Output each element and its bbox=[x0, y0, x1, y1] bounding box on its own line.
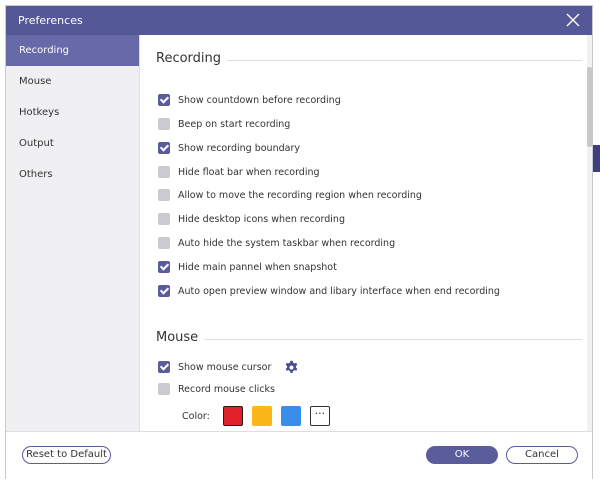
sidebar-item-others[interactable]: Others bbox=[6, 159, 139, 190]
option-label: Beep on start recording bbox=[178, 118, 291, 130]
click-color-row: Color: ··· bbox=[182, 405, 339, 427]
checkbox-checked[interactable] bbox=[158, 361, 170, 373]
background-window-edge bbox=[593, 145, 600, 172]
settings-content: Recording Show countdown before recordin… bbox=[140, 35, 592, 431]
checkbox-unchecked[interactable] bbox=[158, 383, 170, 395]
checkbox-checked[interactable] bbox=[158, 261, 170, 273]
ok-button[interactable]: OK bbox=[426, 446, 498, 464]
checkbox-unchecked[interactable] bbox=[158, 237, 170, 249]
window-title: Preferences bbox=[18, 14, 83, 27]
recording-section-title: Recording bbox=[156, 51, 228, 66]
recording-section-header: Recording bbox=[156, 51, 582, 69]
option-beep-on-start[interactable]: Beep on start recording bbox=[158, 116, 290, 132]
option-label: Auto hide the system taskbar when record… bbox=[178, 237, 396, 249]
option-hide-desktop-icons[interactable]: Hide desktop icons when recording bbox=[158, 211, 345, 227]
color-swatch-yellow[interactable] bbox=[251, 406, 272, 426]
option-label: Auto open preview window and libary inte… bbox=[178, 285, 500, 297]
section-divider bbox=[200, 339, 582, 340]
checkbox-unchecked[interactable] bbox=[158, 166, 170, 178]
option-show-countdown[interactable]: Show countdown before recording bbox=[158, 92, 341, 108]
section-divider bbox=[218, 60, 582, 61]
option-hide-main-panel[interactable]: Hide main pannel when snapshot bbox=[158, 259, 337, 275]
color-label: Color: bbox=[182, 410, 210, 422]
sidebar-item-output[interactable]: Output bbox=[6, 128, 139, 159]
checkbox-unchecked[interactable] bbox=[158, 189, 170, 201]
checkbox-checked[interactable] bbox=[158, 285, 170, 297]
option-label: Record mouse clicks bbox=[178, 383, 275, 395]
more-colors-button[interactable]: ··· bbox=[309, 406, 330, 426]
scrollbar-thumb[interactable] bbox=[587, 67, 592, 147]
option-auto-open-preview[interactable]: Auto open preview window and libary inte… bbox=[158, 283, 500, 299]
cancel-button[interactable]: Cancel bbox=[506, 446, 578, 464]
dialog-footer: Reset to Default OK Cancel bbox=[6, 431, 592, 479]
option-label: Show countdown before recording bbox=[178, 94, 341, 106]
checkbox-unchecked[interactable] bbox=[158, 118, 170, 130]
option-label: Hide main pannel when snapshot bbox=[178, 261, 337, 273]
title-bar: Preferences bbox=[6, 6, 592, 35]
color-swatch-blue[interactable] bbox=[280, 406, 301, 426]
option-hide-float-bar[interactable]: Hide float bar when recording bbox=[158, 164, 320, 180]
gear-icon bbox=[286, 360, 298, 373]
option-show-boundary[interactable]: Show recording boundary bbox=[158, 140, 300, 156]
option-label: Show recording boundary bbox=[178, 142, 300, 154]
vertical-scrollbar[interactable] bbox=[587, 35, 592, 431]
option-record-mouse-clicks[interactable]: Record mouse clicks bbox=[158, 381, 275, 397]
option-label: Hide float bar when recording bbox=[178, 166, 320, 178]
close-button[interactable] bbox=[562, 9, 584, 31]
color-swatch-red[interactable] bbox=[222, 406, 243, 426]
mouse-section-title: Mouse bbox=[156, 330, 205, 345]
option-auto-hide-taskbar[interactable]: Auto hide the system taskbar when record… bbox=[158, 235, 395, 251]
preferences-dialog: Preferences Recording Mouse Hotkeys Outp… bbox=[5, 5, 593, 479]
mouse-section-header: Mouse bbox=[156, 330, 582, 348]
reset-to-default-button[interactable]: Reset to Default bbox=[22, 446, 111, 464]
option-label: Allow to move the recording region when … bbox=[178, 189, 422, 201]
option-show-mouse-cursor[interactable]: Show mouse cursor bbox=[158, 359, 299, 375]
option-label: Show mouse cursor bbox=[178, 361, 272, 373]
sidebar-item-hotkeys[interactable]: Hotkeys bbox=[6, 97, 139, 128]
sidebar-item-mouse[interactable]: Mouse bbox=[6, 66, 139, 97]
sidebar: Recording Mouse Hotkeys Output Others bbox=[6, 35, 140, 431]
checkbox-checked[interactable] bbox=[158, 94, 170, 106]
checkbox-checked[interactable] bbox=[158, 142, 170, 154]
cursor-settings-button[interactable] bbox=[284, 360, 299, 375]
option-label: Hide desktop icons when recording bbox=[178, 213, 345, 225]
close-icon bbox=[566, 13, 580, 27]
option-allow-move-region[interactable]: Allow to move the recording region when … bbox=[158, 187, 422, 203]
checkbox-unchecked[interactable] bbox=[158, 213, 170, 225]
sidebar-item-recording[interactable]: Recording bbox=[6, 35, 139, 66]
